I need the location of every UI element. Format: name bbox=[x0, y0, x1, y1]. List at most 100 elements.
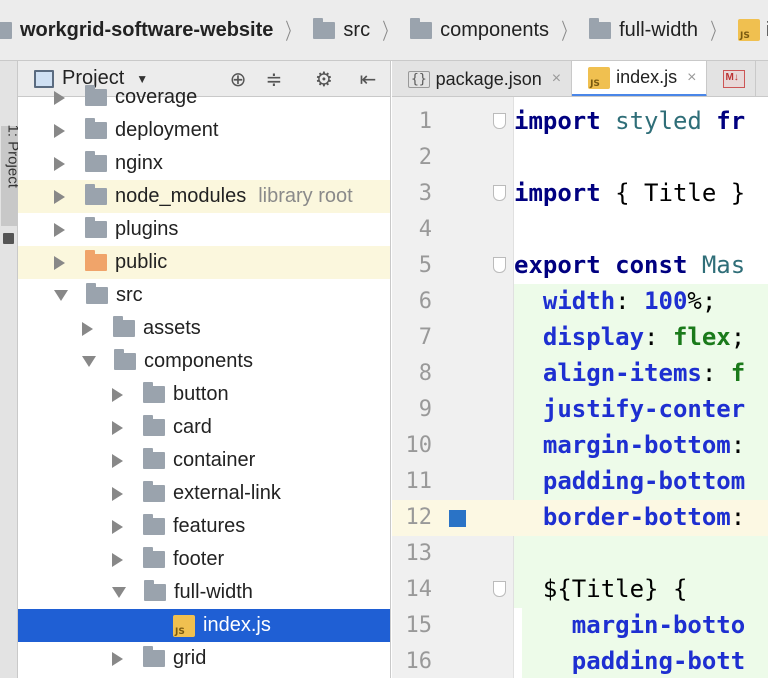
code-token: %; bbox=[687, 287, 717, 315]
code-line[interactable]: 5 export const Mas bbox=[392, 248, 768, 284]
expand-down-icon[interactable] bbox=[54, 290, 68, 301]
code-line[interactable]: 6 width: 100%; bbox=[392, 284, 768, 320]
expand-right-icon[interactable] bbox=[54, 90, 65, 105]
tree-item-public[interactable]: public bbox=[18, 246, 390, 279]
line-number: 14 bbox=[405, 577, 433, 602]
folder-icon bbox=[143, 514, 165, 535]
editor-tab-bar: {} package.json × index.js × bbox=[392, 61, 768, 97]
code-editor[interactable]: 1 import styled fr 2 3 import { Title } 4 5 exp… bbox=[392, 97, 768, 678]
close-icon[interactable]: × bbox=[552, 70, 561, 88]
tree-item-deployment[interactable]: deployment bbox=[18, 114, 390, 147]
editor-tab-package-json[interactable]: {} package.json × bbox=[392, 61, 573, 96]
expand-right-icon[interactable] bbox=[54, 255, 65, 270]
line-number: 16 bbox=[405, 649, 433, 674]
tree-item-features[interactable]: features bbox=[18, 510, 390, 543]
tree-item-full-width[interactable]: full-width bbox=[18, 576, 390, 609]
code-text: padding-bott bbox=[514, 647, 745, 675]
code-token: import bbox=[514, 179, 601, 207]
breadcrumb-item[interactable]: full-width bbox=[589, 17, 698, 42]
tree-item-label: full-width bbox=[174, 581, 253, 603]
code-token: f bbox=[730, 359, 746, 387]
breadcrumb-item[interactable]: components bbox=[410, 17, 549, 42]
folder-icon bbox=[143, 547, 165, 568]
project-tool-window-button[interactable]: 1: Project bbox=[1, 125, 22, 226]
folder-icon bbox=[114, 349, 136, 370]
tree-item-node-modules[interactable]: node_modules library root bbox=[18, 180, 390, 213]
tree-item-label: grid bbox=[173, 647, 207, 669]
tree-item-label: deployment bbox=[115, 119, 219, 141]
code-line[interactable]: 3 import { Title } bbox=[392, 176, 768, 212]
code-token: justify-conter bbox=[514, 395, 746, 423]
tree-item-container[interactable]: container bbox=[18, 444, 390, 477]
tab-label: index.js bbox=[616, 67, 678, 87]
expand-down-icon[interactable] bbox=[112, 587, 126, 598]
expand-right-icon[interactable] bbox=[112, 486, 123, 501]
code-token: : bbox=[701, 359, 731, 387]
tree-item-button[interactable]: button bbox=[18, 378, 390, 411]
structure-icon[interactable] bbox=[3, 233, 14, 244]
expand-right-icon[interactable] bbox=[54, 189, 65, 204]
tree-item-assets[interactable]: assets bbox=[18, 312, 390, 345]
tree-item-src[interactable]: src bbox=[18, 279, 390, 312]
expand-right-icon[interactable] bbox=[82, 321, 93, 336]
expand-right-icon[interactable] bbox=[112, 552, 123, 567]
project-panel: Project ▼ ⊕ ≑ ⚙ ⇤ coverage deployment ngin… bbox=[18, 61, 391, 678]
expand-right-icon[interactable] bbox=[112, 453, 123, 468]
expand-right-icon[interactable] bbox=[54, 156, 65, 171]
tree-item-footer[interactable]: footer bbox=[18, 543, 390, 576]
code-line[interactable]: 1 import styled fr bbox=[392, 104, 768, 140]
tree-item-external-link[interactable]: external-link bbox=[18, 477, 390, 510]
folder-icon bbox=[144, 580, 166, 601]
code-line[interactable]: 14 ${Title} { bbox=[392, 572, 768, 608]
breadcrumb-item[interactable]: workgrid-software-website bbox=[0, 19, 273, 42]
bookmark-icon[interactable] bbox=[449, 510, 466, 527]
code-token: margin-bottom bbox=[514, 431, 731, 459]
close-icon[interactable]: × bbox=[687, 69, 696, 87]
breadcrumb-item[interactable]: ind bbox=[738, 19, 768, 42]
code-line[interactable]: 2 bbox=[392, 140, 768, 176]
library-root-note: library root bbox=[258, 185, 353, 207]
expand-down-icon[interactable] bbox=[82, 356, 96, 367]
fold-marker-icon[interactable] bbox=[493, 185, 506, 201]
expand-right-icon[interactable] bbox=[112, 387, 123, 402]
code-line[interactable]: 4 bbox=[392, 212, 768, 248]
expand-right-icon[interactable] bbox=[112, 420, 123, 435]
code-line[interactable]: 13 bbox=[392, 536, 768, 572]
tree-item-coverage[interactable]: coverage bbox=[18, 81, 390, 114]
tree-item-nginx[interactable]: nginx bbox=[18, 147, 390, 180]
code-text: margin-botto bbox=[514, 611, 745, 639]
expand-right-icon[interactable] bbox=[112, 519, 123, 534]
code-line[interactable]: 8 align-items: f bbox=[392, 356, 768, 392]
tree-item-plugins[interactable]: plugins bbox=[18, 213, 390, 246]
expand-right-icon[interactable] bbox=[112, 651, 123, 666]
code-token: ${Title} bbox=[514, 575, 659, 603]
expand-right-icon[interactable] bbox=[54, 123, 65, 138]
code-line[interactable]: 15 margin-botto bbox=[392, 608, 768, 644]
fold-marker-icon[interactable] bbox=[493, 113, 506, 129]
code-token: padding-bott bbox=[514, 647, 746, 675]
fold-marker-icon[interactable] bbox=[493, 257, 506, 273]
editor-tab-index-js[interactable]: index.js × bbox=[572, 61, 708, 96]
line-number: 15 bbox=[405, 613, 433, 638]
code-line[interactable]: 7 display: flex; bbox=[392, 320, 768, 356]
code-line[interactable]: 10 margin-bottom: bbox=[392, 428, 768, 464]
code-token: : bbox=[644, 323, 673, 351]
tree-item-label: index.js bbox=[203, 614, 271, 636]
tree-item-card[interactable]: card bbox=[18, 411, 390, 444]
code-token: Mas bbox=[687, 251, 746, 279]
tree-item-index-js[interactable]: index.js bbox=[18, 609, 390, 642]
folder-icon bbox=[143, 382, 165, 403]
folder-icon bbox=[143, 415, 165, 436]
code-line[interactable]: 16 padding-bott bbox=[392, 644, 768, 678]
tree-item-components[interactable]: components bbox=[18, 345, 390, 378]
code-line[interactable]: 11 padding-bottom bbox=[392, 464, 768, 500]
editor-tab-md[interactable] bbox=[707, 61, 757, 96]
code-text: width: 100%; bbox=[514, 287, 716, 315]
tree-item-grid[interactable]: grid bbox=[18, 642, 390, 675]
code-line[interactable]: 9 justify-conter bbox=[392, 392, 768, 428]
code-line[interactable]: 12 border-bottom: bbox=[392, 500, 768, 536]
breadcrumb-item[interactable]: src bbox=[313, 17, 370, 42]
tree-item-label: node_modules bbox=[115, 185, 247, 207]
fold-marker-icon[interactable] bbox=[493, 581, 506, 597]
expand-right-icon[interactable] bbox=[54, 222, 65, 237]
